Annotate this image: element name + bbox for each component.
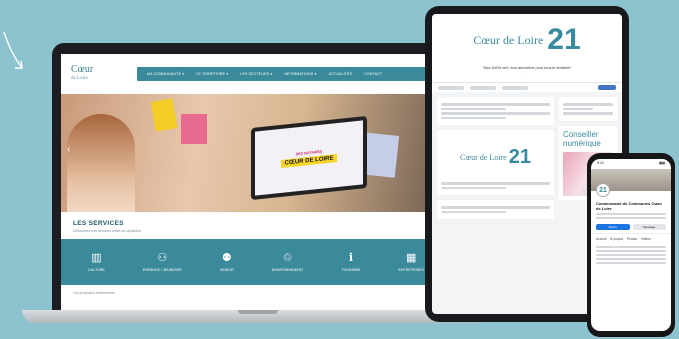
tab-apropos[interactable]: À propos xyxy=(610,237,623,241)
logo-sub: de Loire xyxy=(71,76,88,81)
toolbar-item[interactable] xyxy=(470,85,496,90)
follow-button[interactable]: Suivre xyxy=(596,224,630,230)
sidebar-card xyxy=(559,97,617,121)
service-label: CULTURE xyxy=(88,268,105,272)
phone-actions: Suivre Message xyxy=(591,221,671,233)
feed-post: Cœur de Loire 21 xyxy=(437,130,554,195)
shopping-bag-yellow xyxy=(150,98,178,132)
culture-icon: ▥ xyxy=(91,252,102,264)
entreprises-icon: ▦ xyxy=(406,252,417,264)
text-line xyxy=(441,107,507,110)
toolbar-item[interactable] xyxy=(438,85,464,90)
tablet-logo-main: Cœur de Loire xyxy=(473,32,544,47)
environnement-icon: ♲ xyxy=(282,252,293,264)
toolbar-item[interactable] xyxy=(502,85,528,90)
tourisme-icon: ℹ xyxy=(348,252,354,264)
services-subtitle: Découvrez nos services utiles au quotidi… xyxy=(73,229,142,233)
text-line xyxy=(441,103,550,106)
laptop-base xyxy=(22,310,490,323)
nav-item-actualites[interactable]: ACTUALITÉS xyxy=(329,72,353,76)
hero-person-image xyxy=(67,114,135,212)
text-line xyxy=(441,210,507,213)
tablet-slogan: "Des 100% vert, bon deuxième pour tous l… xyxy=(432,66,622,74)
service-label: SENIOR xyxy=(219,268,234,272)
toolbar-action-button[interactable] xyxy=(598,85,616,90)
text-line xyxy=(563,112,613,115)
feed-post xyxy=(437,200,554,219)
laptop-device: Cœur de Loire MA COMMUNAUTÉ ▾ LE TERRITO… xyxy=(52,43,460,311)
service-label: ENVIRONNEMENT xyxy=(271,268,304,272)
carousel-prev-icon[interactable]: ‹ xyxy=(67,144,70,155)
post-logo-number: 21 xyxy=(508,145,531,168)
text-line xyxy=(596,254,666,256)
services-section: LES SERVICES Découvrez nos services util… xyxy=(61,212,451,239)
message-button[interactable]: Message xyxy=(632,224,666,230)
tablet-logo-number: 21 xyxy=(547,23,581,56)
service-environnement[interactable]: ♲ ENVIRONNEMENT xyxy=(272,252,304,272)
nav-item-contact[interactable]: CONTACT xyxy=(364,72,382,76)
events-link[interactable]: Les prochains événements xyxy=(61,285,451,301)
text-line xyxy=(563,107,593,110)
tablet-toolbar xyxy=(432,82,622,92)
nav-item-informations[interactable]: INFORMATIONS ▾ xyxy=(284,72,316,76)
service-enfance[interactable]: ⚇ ENFANCE / JEUNESSE xyxy=(143,252,182,272)
tab-photos[interactable]: Photos xyxy=(627,237,637,241)
service-label: ENFANCE / JEUNESSE xyxy=(142,268,182,272)
text-line xyxy=(441,116,507,119)
service-senior[interactable]: ⚉ SENIOR xyxy=(220,252,234,272)
tab-accueil[interactable]: Accueil xyxy=(596,237,606,241)
nav-item-territoire[interactable]: LE TERRITOIRE ▾ xyxy=(196,72,228,76)
text-line xyxy=(596,250,666,252)
text-line xyxy=(596,217,666,219)
tab-videos[interactable]: Vidéos xyxy=(641,237,651,241)
shopping-bag-pink xyxy=(181,114,207,144)
phone-time: 9:41 xyxy=(597,161,604,165)
battery-icon: ▮▮▮ xyxy=(659,161,665,165)
decorative-arrow-icon xyxy=(3,31,23,69)
post-logo: Cœur de Loire 21 xyxy=(441,134,550,180)
text-line xyxy=(441,112,550,115)
text-line xyxy=(596,262,666,264)
conseiller-title: Conseiller numérique xyxy=(563,129,601,148)
feed-post xyxy=(437,97,554,125)
tablet-cover-logo: Cœur de Loire 21 xyxy=(432,14,622,66)
tablet-feed: Cœur de Loire 21 xyxy=(437,97,554,219)
text-line xyxy=(441,182,550,185)
hero-promo-main: CŒUR DE LOIRE xyxy=(281,154,337,168)
text-line xyxy=(441,186,507,189)
text-line xyxy=(596,213,666,215)
phone-screen: 9:41 ▮▮▮ 21 Communauté de Communes Cœur … xyxy=(591,159,671,331)
nav-item-communaute[interactable]: MA COMMUNAUTÉ ▾ xyxy=(147,72,184,76)
site-logo[interactable]: Cœur de Loire xyxy=(71,65,137,83)
text-line xyxy=(441,206,550,209)
main-nav: MA COMMUNAUTÉ ▾ LE TERRITOIRE ▾ LES SECT… xyxy=(137,67,441,81)
hero-laptop-image: DES NOTAIRES CŒUR DE LOIRE xyxy=(251,115,367,201)
site-header: Cœur de Loire MA COMMUNAUTÉ ▾ LE TERRITO… xyxy=(61,54,451,94)
phone-device: 9:41 ▮▮▮ 21 Communauté de Communes Cœur … xyxy=(587,153,675,337)
text-line xyxy=(563,103,613,106)
text-line xyxy=(596,246,666,248)
laptop-notch xyxy=(238,310,278,314)
service-entreprises[interactable]: ▦ ENTREPRISES xyxy=(399,252,424,272)
hero-laptop-screen: DES NOTAIRES CŒUR DE LOIRE xyxy=(255,120,363,196)
phone-tabs: Accueil À propos Photos Vidéos xyxy=(591,233,671,244)
phone-status-bar: 9:41 ▮▮▮ xyxy=(591,159,671,167)
service-label: ENTREPRISES xyxy=(398,268,424,272)
seniors-icon: ⚉ xyxy=(221,252,232,264)
enfance-icon: ⚇ xyxy=(157,252,168,264)
service-tourisme[interactable]: ℹ TOURISME xyxy=(342,252,361,272)
avatar[interactable]: 21 xyxy=(596,183,610,197)
tablet-meta: · · · xyxy=(432,74,622,82)
post-logo-main: Cœur de Loire xyxy=(460,152,507,162)
hero-banner: DES NOTAIRES CŒUR DE LOIRE ‹ xyxy=(61,94,451,212)
service-label: TOURISME xyxy=(341,268,361,272)
services-title: LES SERVICES xyxy=(73,220,124,227)
laptop-screen: Cœur de Loire MA COMMUNAUTÉ ▾ LE TERRITO… xyxy=(61,54,451,311)
services-bar: ▥ CULTURE ⚇ ENFANCE / JEUNESSE ⚉ SENIOR … xyxy=(61,239,451,285)
avatar-number: 21 xyxy=(599,186,607,194)
text-line xyxy=(596,258,666,260)
service-culture[interactable]: ▥ CULTURE xyxy=(88,252,105,272)
nav-item-secteurs[interactable]: LES SECTEURS ▾ xyxy=(240,72,272,76)
